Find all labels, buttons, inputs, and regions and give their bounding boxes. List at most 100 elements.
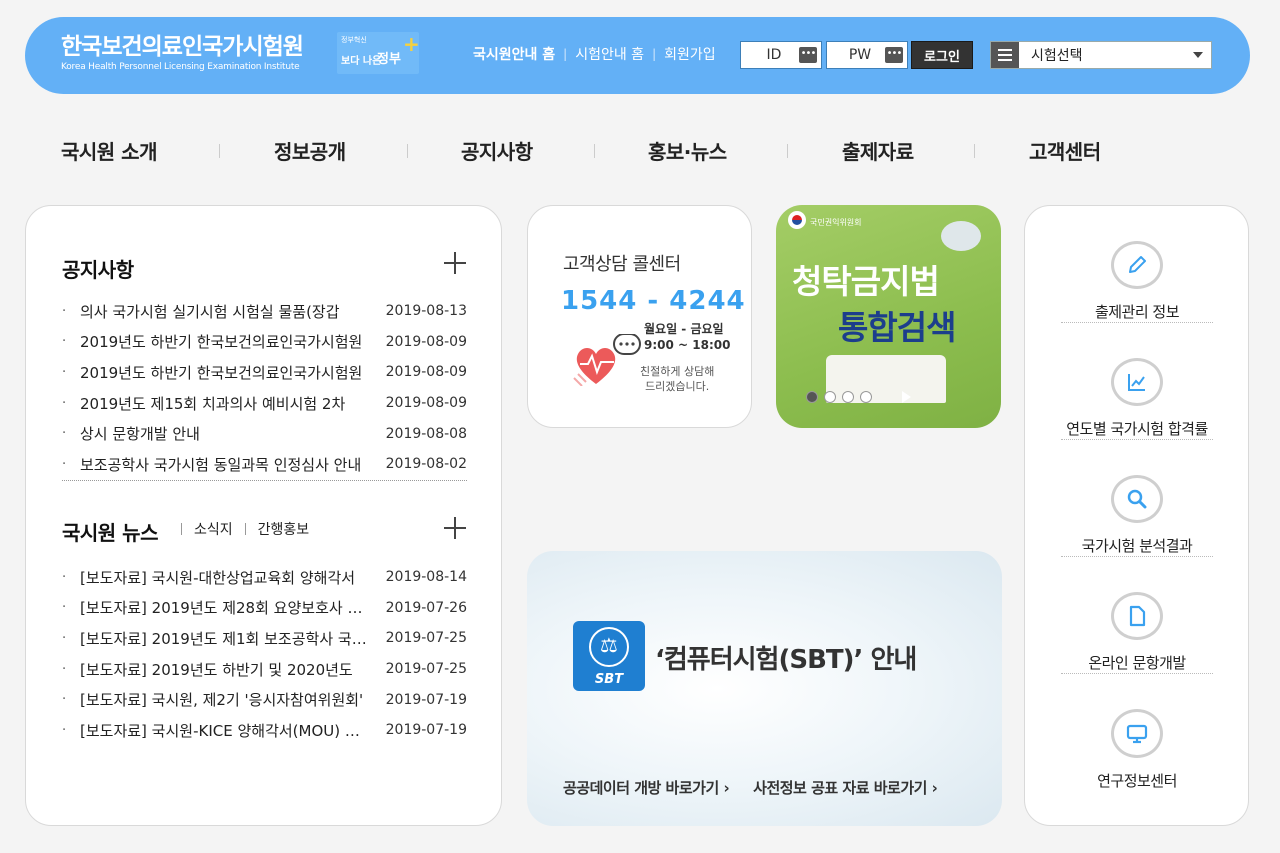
nav-item-exam-materials[interactable]: 출제자료 (842, 136, 914, 165)
sbt-banner[interactable]: SBT ‘컴퓨터시험(SBT)’ 안내 공공데이터 개방 바로가기 › 사전정보… (527, 551, 1002, 826)
quick-link-label: 온라인 문항개발 (1088, 654, 1186, 672)
password-input[interactable]: PW ••• (826, 41, 908, 69)
logo-korean-name: 한국보건의료인국가시험원 (61, 34, 304, 60)
monitor-icon (1126, 724, 1148, 743)
bullet: · (62, 426, 67, 442)
quick-link-label: 연도별 국가시험 합격률 (1066, 420, 1208, 438)
list-item[interactable]: · [보도자료] 국시원-대한상업교육회 양해각서 2019-08-14 (62, 562, 467, 593)
sbt-logo: SBT (573, 621, 645, 691)
quick-link-analysis[interactable]: 국가시험 분석결과 (1061, 440, 1213, 557)
tab-publications[interactable]: 간행홍보 (258, 519, 310, 539)
notice-date: 2019-08-09 (385, 333, 467, 350)
nav-item-pr-news[interactable]: 홍보·뉴스 (648, 136, 727, 165)
divider (219, 144, 220, 158)
link-signup[interactable]: 회원가입 (664, 44, 716, 64)
quick-link-icon-wrap (1111, 592, 1163, 640)
gov-badge-small-text: 정부혁신 (341, 36, 367, 44)
news-item-date: 2019-07-26 (385, 599, 467, 616)
notice-date: 2019-08-08 (385, 425, 467, 442)
bullet: · (62, 334, 67, 350)
sbt-title: ‘컴퓨터시험(SBT)’ 안내 (655, 645, 917, 675)
list-item[interactable]: · [보도자료] 2019년도 하반기 및 2020년도 2019-07-25 (62, 654, 467, 685)
list-item[interactable]: · [보도자료] 2019년도 제28회 요양보호사 시험 2019-07-26 (62, 593, 467, 624)
list-item[interactable]: · 2019년도 하반기 한국보건의료인국가시험원 2019-08-09 (62, 327, 467, 358)
id-input[interactable]: ID ••• (740, 41, 822, 69)
list-item[interactable]: · 상시 문항개발 안내 2019-08-08 (62, 418, 467, 449)
pager-dot[interactable] (806, 391, 818, 403)
link-prior-disclosure[interactable]: 사전정보 공표 자료 바로가기 › (753, 777, 938, 798)
link-exam-home[interactable]: 시험안내 홈 (575, 44, 644, 64)
call-center-card[interactable]: 고객상담 콜센터 1544 - 4244 월요일 - 금요일 9:00 ~ 18… (527, 205, 752, 428)
notice-date: 2019-08-02 (385, 456, 467, 473)
site-logo[interactable]: 한국보건의료인국가시험원 Korea Health Personnel Lice… (61, 33, 304, 73)
pencil-icon (1129, 256, 1146, 273)
bullet: · (62, 600, 67, 616)
pw-label: PW (848, 47, 872, 63)
notices-more-plus-icon[interactable] (444, 252, 466, 274)
quick-link-online-item-dev[interactable]: 온라인 문항개발 (1061, 557, 1213, 674)
news-item-date: 2019-07-25 (385, 630, 467, 647)
nav-item-customer-center[interactable]: 고객센터 (1029, 136, 1101, 165)
call-center-note: 친절하게 상담해 드리겠습니다. (640, 364, 714, 394)
play-icon[interactable] (902, 391, 911, 403)
virtual-keyboard-icon[interactable]: ••• (885, 47, 903, 63)
link-public-data[interactable]: 공공데이터 개방 바로가기 › (563, 777, 730, 798)
bullet: · (62, 395, 67, 411)
quick-link-label: 연구정보센터 (1097, 772, 1177, 790)
heart-chat-icon (573, 334, 641, 386)
promo-title-line-1: 청탁금지법 (792, 262, 940, 301)
call-hours-time: 9:00 ~ 18:00 (644, 338, 731, 352)
nav-item-notices[interactable]: 공지사항 (461, 136, 533, 165)
pager-dot[interactable] (824, 391, 836, 403)
list-item[interactable]: · [보도자료] 국시원, 제2기 '응시자참여위원회' 2019-07-19 (62, 684, 467, 715)
virtual-keyboard-icon[interactable]: ••• (799, 47, 817, 63)
divider (594, 144, 595, 158)
notice-date: 2019-08-09 (385, 364, 467, 381)
notice-title: 보조공학사 국가시험 동일과목 인정심사 안내 (80, 455, 362, 474)
notice-date: 2019-08-13 (385, 303, 467, 320)
plus-icon: + (403, 32, 420, 56)
list-item[interactable]: · 의사 국가시험 실기시험 시험실 물품(장갑 2019-08-13 (62, 296, 467, 327)
chevron-down-icon (1193, 52, 1203, 58)
sbt-logo-label: SBT (594, 672, 624, 687)
divider (787, 144, 788, 158)
gov-seal-icon (788, 211, 806, 229)
call-center-number: 1544 - 4244 (561, 286, 746, 316)
pager-dot[interactable] (860, 391, 872, 403)
notice-news-panel: 공지사항 · 의사 국가시험 실기시험 시험실 물품(장갑 2019-08-13 ·… (25, 205, 502, 826)
notices-list: · 의사 국가시험 실기시험 시험실 물품(장갑 2019-08-13 · 2019년… (62, 296, 467, 480)
news-item-title: [보도자료] 국시원, 제2기 '응시자참여위원회' (80, 691, 364, 710)
notices-title: 공지사항 (62, 258, 134, 282)
nav-item-disclosure[interactable]: 정보공개 (274, 136, 346, 165)
quick-link-pass-rate[interactable]: 연도별 국가시험 합격률 (1061, 323, 1213, 440)
call-note-line-2: 드리겠습니다. (645, 380, 710, 393)
pager-dot[interactable] (842, 391, 854, 403)
list-item[interactable]: · 보조공학사 국가시험 동일과목 인정심사 안내 2019-08-02 (62, 449, 467, 480)
list-item[interactable]: · 2019년도 제15회 치과의사 예비시험 2차 2019-08-09 (62, 388, 467, 419)
list-item[interactable]: · 2019년도 하반기 한국보건의료인국가시험원 2019-08-09 (62, 357, 467, 388)
gov-innovation-badge[interactable]: 정부혁신 보다 나은 정부 + (337, 32, 420, 74)
link-institute-home[interactable]: 국시원안내 홈 (473, 44, 555, 64)
nav-item-about[interactable]: 국시원 소개 (61, 136, 157, 165)
quick-link-icon-wrap (1111, 241, 1163, 289)
divider (407, 144, 408, 158)
quick-link-icon-wrap (1111, 475, 1163, 523)
quick-link-icon-wrap (1111, 358, 1163, 406)
quick-link-label: 출제관리 정보 (1094, 303, 1180, 321)
bullet: · (62, 692, 67, 708)
news-title: 국시원 뉴스 (62, 521, 158, 545)
news-list: · [보도자료] 국시원-대한상업교육회 양해각서 2019-08-14 · [보도자… (62, 562, 467, 746)
bullet: · (62, 661, 67, 677)
login-button[interactable]: 로그인 (911, 41, 973, 69)
news-more-plus-icon[interactable] (444, 517, 466, 539)
bullet: · (62, 364, 67, 380)
tab-newsletter[interactable]: 소식지 (194, 519, 233, 539)
call-hours-days: 월요일 - 금요일 (644, 322, 724, 336)
quick-link-exam-management[interactable]: 출제관리 정보 (1061, 206, 1213, 323)
list-item[interactable]: · [보도자료] 2019년도 제1회 보조공학사 국가시험 2019-07-25 (62, 623, 467, 654)
list-item[interactable]: · [보도자료] 국시원-KICE 양해각서(MOU) 체결 2019-07-19 (62, 715, 467, 746)
notice-title: 2019년도 하반기 한국보건의료인국가시험원 (80, 363, 363, 382)
promo-banner-anti-graft[interactable]: 국민권익위원회 청탁금지법 통합검색 (776, 205, 1001, 428)
exam-select-dropdown[interactable]: 시험선택 (990, 41, 1212, 69)
quick-link-research-center[interactable]: 연구정보센터 (1061, 674, 1213, 791)
